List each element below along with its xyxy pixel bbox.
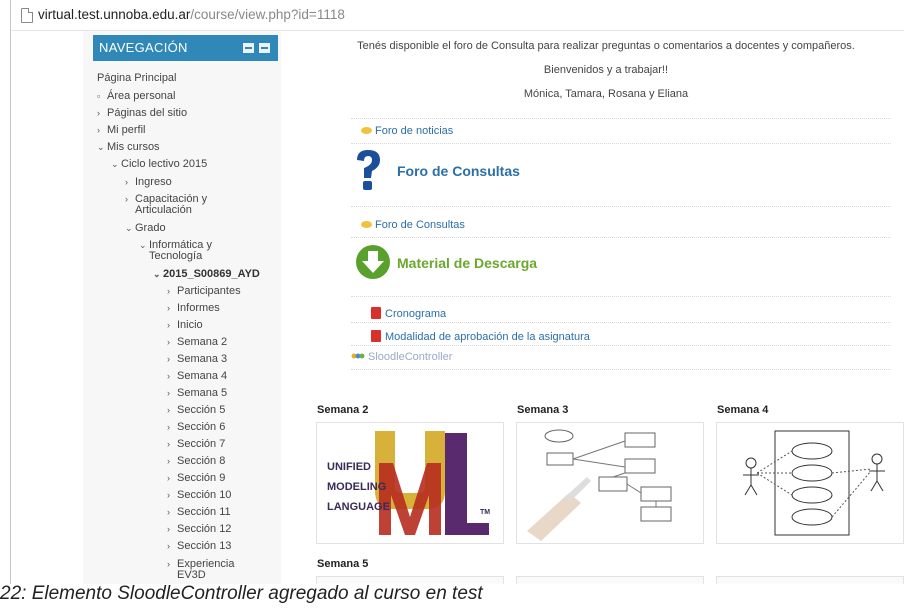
nav-item-home[interactable]: Página Principal <box>97 72 177 84</box>
cronograma-link[interactable]: Cronograma <box>371 305 446 320</box>
week-6-thumbnail[interactable] <box>516 576 704 584</box>
intro-text: Tenés disponible el foro de Consulta par… <box>357 40 855 52</box>
chevron-down-icon: ⌄ <box>111 159 119 169</box>
chevron-down-icon: ⌄ <box>153 269 161 279</box>
chevron-right-icon: › <box>167 337 170 347</box>
chevron-down-icon: ⌄ <box>125 223 133 233</box>
hide-block-icon[interactable] <box>259 43 270 53</box>
chevron-right-icon: › <box>167 388 170 398</box>
chevron-right-icon: › <box>167 541 170 551</box>
chevron-right-icon: › <box>167 320 170 330</box>
week-7-thumbnail[interactable] <box>716 576 904 584</box>
bullet-icon: ▫ <box>97 91 101 101</box>
nav-item-seccion-8[interactable]: › Sección 8 <box>167 455 225 467</box>
modalidad-link[interactable]: Modalidad de aprobación de la asignatura <box>371 328 590 343</box>
question-icon <box>353 148 383 192</box>
url-text[interactable]: virtual.test.unnoba.edu.ar/course/view.p… <box>38 7 345 22</box>
nav-item-seccion-9[interactable]: › Sección 9 <box>167 472 225 484</box>
nav-item-site-pages[interactable]: › Páginas del sitio <box>97 107 187 119</box>
chevron-right-icon: › <box>167 286 170 296</box>
chevron-right-icon: › <box>167 490 170 500</box>
chevron-right-icon: › <box>167 371 170 381</box>
uml-text-2: MODELING <box>327 481 387 493</box>
nav-item-dashboard[interactable]: ▫ Área personal <box>97 90 176 102</box>
page-icon <box>21 8 33 23</box>
chevron-right-icon: › <box>167 405 170 415</box>
chevron-right-icon: › <box>167 439 170 449</box>
material-descarga-title: Material de Descarga <box>397 255 538 271</box>
nav-item-semana-4[interactable]: › Semana 4 <box>167 370 227 382</box>
week-4-thumbnail[interactable] <box>716 422 904 544</box>
week-3-thumbnail[interactable] <box>516 422 704 544</box>
week-label-5: Semana 5 <box>317 558 369 570</box>
chevron-right-icon: › <box>167 422 170 432</box>
pdf-icon <box>371 307 381 319</box>
download-icon <box>355 244 391 280</box>
forum-icon <box>361 127 372 134</box>
chevron-right-icon: › <box>167 473 170 483</box>
nav-item-seccion-11[interactable]: › Sección 11 <box>167 506 231 518</box>
nav-item-course[interactable]: ⌄ 2015_S00869_AYD <box>153 268 279 280</box>
nav-item-seccion-13[interactable]: › Sección 13 <box>167 540 231 552</box>
nav-item-ciclo-2015[interactable]: ⌄ Ciclo lectivo 2015 <box>111 158 207 170</box>
signature-text: Mónica, Tamara, Rosana y Eliana <box>523 88 689 100</box>
chevron-right-icon: › <box>167 507 170 517</box>
chevron-right-icon: › <box>125 194 128 204</box>
pdf-icon <box>371 330 381 342</box>
nav-item-semana-5[interactable]: › Semana 5 <box>167 387 227 399</box>
week-label-2: Semana 2 <box>317 404 369 416</box>
address-bar[interactable]: virtual.test.unnoba.edu.ar/course/view.p… <box>11 0 904 31</box>
chevron-right-icon: › <box>97 108 100 118</box>
nav-item-experiencia-line2[interactable]: EV3D <box>177 569 206 581</box>
chevron-right-icon: › <box>97 125 100 135</box>
nav-item-grado[interactable]: ⌄ Grado <box>125 222 166 234</box>
nav-item-profile[interactable]: › Mi perfil <box>97 124 146 136</box>
chevron-right-icon: › <box>125 177 128 187</box>
chevron-right-icon: › <box>167 456 170 466</box>
chevron-down-icon: ⌄ <box>97 142 105 152</box>
nav-item-seccion-6[interactable]: › Sección 6 <box>167 421 225 433</box>
browser-window: virtual.test.unnoba.edu.ar/course/view.p… <box>10 0 904 584</box>
sloodle-icon <box>351 351 365 359</box>
foro-consultas-link[interactable]: Foro de Consultas <box>361 219 465 231</box>
chevron-right-icon: › <box>167 559 170 569</box>
figure-caption: 22: Elemento SloodleController agregado … <box>0 583 483 604</box>
nav-item-seccion-10[interactable]: › Sección 10 <box>167 489 231 501</box>
uml-text-1: UNIFIED <box>327 461 371 473</box>
nav-item-ingreso[interactable]: › Ingreso <box>125 176 172 188</box>
nav-item-seccion-7[interactable]: › Sección 7 <box>167 438 225 450</box>
uml-text-3: LANGUAGE <box>327 501 390 513</box>
welcome-text: Bienvenidos y a trabajar!! <box>543 64 669 76</box>
forum-icon <box>361 221 372 228</box>
nav-item-participantes[interactable]: › Participantes <box>167 285 241 297</box>
sloodle-controller-link[interactable]: SloodleController <box>351 351 452 363</box>
nav-item-my-courses[interactable]: ⌄ Mis cursos <box>97 141 160 153</box>
week-label-3: Semana 3 <box>517 404 569 416</box>
nav-item-semana-2[interactable]: › Semana 2 <box>167 336 227 348</box>
uml-trademark: TM <box>480 509 491 516</box>
chevron-down-icon: ⌄ <box>139 240 147 250</box>
nav-item-capacitacion-line2[interactable]: Articulación <box>135 204 192 216</box>
nav-item-seccion-5[interactable]: › Sección 5 <box>167 404 225 416</box>
nav-item-informes[interactable]: › Informes <box>167 302 220 314</box>
nav-item-semana-3[interactable]: › Semana 3 <box>167 353 227 365</box>
navigation-header: NAVEGACIÓN <box>93 35 278 61</box>
dock-icon[interactable] <box>243 43 254 53</box>
week-label-4: Semana 4 <box>717 404 769 416</box>
week-2-thumbnail[interactable]: UNIFIED MODELING LANGUAGE TM <box>316 422 504 544</box>
foro-consultas-title: Foro de Consultas <box>397 163 520 179</box>
nav-item-informatica-line2[interactable]: Tecnología <box>149 250 202 262</box>
foro-noticias-link[interactable]: Foro de noticias <box>361 125 453 137</box>
navigation-title: NAVEGACIÓN <box>99 40 188 55</box>
nav-item-inicio[interactable]: › Inicio <box>167 319 203 331</box>
chevron-right-icon: › <box>167 303 170 313</box>
chevron-right-icon: › <box>167 524 170 534</box>
chevron-right-icon: › <box>167 354 170 364</box>
nav-item-seccion-12[interactable]: › Sección 12 <box>167 523 231 535</box>
